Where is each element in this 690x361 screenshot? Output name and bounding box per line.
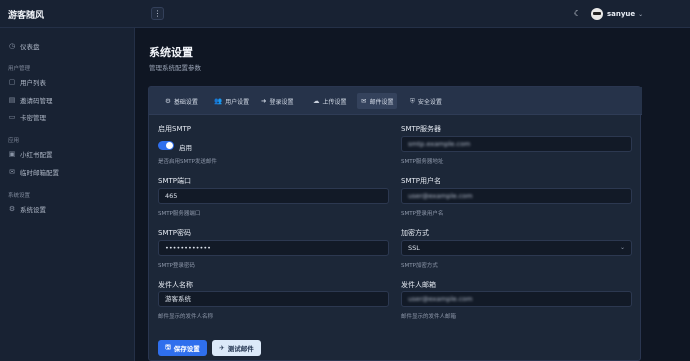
avatar xyxy=(591,8,603,20)
encryption-select[interactable]: SSL ⌄ xyxy=(401,240,632,256)
tab-basic-settings[interactable]: ⚙ 基础设置 xyxy=(161,93,202,109)
test-mail-label: 测试邮件 xyxy=(227,345,254,353)
smtp-server-value: smtp.example.com xyxy=(408,140,471,148)
save-settings-button[interactable]: 🖫 保存设置 xyxy=(158,340,207,356)
tab-label: 登录设置 xyxy=(269,98,294,106)
sidebar-item-label: 小红书配置 xyxy=(20,151,53,159)
smtp-user-help: SMTP登录用户名 xyxy=(401,211,444,217)
send-icon: ✈ xyxy=(219,344,225,352)
encryption-help: SMTP加密方式 xyxy=(401,263,438,269)
enable-smtp-help: 是否启用SMTP发送邮件 xyxy=(158,159,217,165)
enable-smtp-toggle[interactable] xyxy=(158,141,174,150)
sidebar-group-title: 应用 xyxy=(8,138,20,144)
sender-email-help: 邮件显示的发件人邮箱 xyxy=(401,314,457,320)
more-vertical-icon: ⋮ xyxy=(153,9,162,18)
sidebar-group-title: 系统设置 xyxy=(8,193,31,199)
save-icon: 🖫 xyxy=(165,342,171,351)
sidebar-item-xiaohongshu-config[interactable]: ▣ 小红书配置 xyxy=(8,148,53,160)
login-icon: ➜ xyxy=(261,97,267,105)
tab-upload-settings[interactable]: ☁ 上传设置 xyxy=(309,93,351,109)
sidebar-item-temp-mail-config[interactable]: ✉ 临时邮箱配置 xyxy=(8,166,59,178)
sidebar-item-label: 邀请码管理 xyxy=(20,97,53,105)
settings-card: ⚙ 基础设置 👥 用户设置 ➜ 登录设置 ☁ 上传设置 ✉ 邮件设置 ⛨ 安全设… xyxy=(148,86,642,361)
card-icon: ▭ xyxy=(8,113,16,121)
enable-smtp-label: 启用SMTP xyxy=(158,125,191,133)
page-subtitle: 管理系统配置参数 xyxy=(149,64,201,72)
smtp-user-input[interactable]: user@example.com xyxy=(401,188,632,204)
smtp-server-help: SMTP服务器地址 xyxy=(401,159,444,165)
chevron-down-icon: ⌄ xyxy=(619,244,625,251)
tab-login-settings[interactable]: ➜ 登录设置 xyxy=(257,93,297,109)
smtp-port-label: SMTP端口 xyxy=(158,177,191,185)
top-bar: 游客随风 ⋮ ☾ sanyue ⌄ xyxy=(0,0,690,28)
sidebar-item-label: 用户列表 xyxy=(20,79,46,87)
sidebar-group-title: 用户管理 xyxy=(8,66,31,72)
smtp-port-input[interactable]: 465 xyxy=(158,188,389,204)
sidebar-item-label: 仪表盘 xyxy=(20,43,40,51)
tab-label: 安全设置 xyxy=(417,98,442,106)
save-settings-label: 保存设置 xyxy=(173,345,200,353)
chevron-down-icon: ⌄ xyxy=(638,10,644,18)
book-icon: ▣ xyxy=(8,150,16,158)
more-menu-button[interactable]: ⋮ xyxy=(151,7,164,20)
app-brand[interactable]: 游客随风 xyxy=(8,8,44,21)
smtp-port-help: SMTP服务器端口 xyxy=(158,211,201,217)
mail-icon: ✉ xyxy=(361,97,367,105)
sender-email-label: 发件人邮箱 xyxy=(401,281,436,289)
smtp-password-label: SMTP密码 xyxy=(158,229,191,237)
test-mail-button[interactable]: ✈ 测试邮件 xyxy=(212,340,261,356)
moon-icon: ☾ xyxy=(573,9,582,18)
dashboard-icon: ◷ xyxy=(8,42,16,50)
tab-label: 基础设置 xyxy=(173,98,198,106)
shield-icon: ⛨ xyxy=(410,96,415,105)
users-icon: 👥 xyxy=(214,97,223,105)
settings-tabs: ⚙ 基础设置 👥 用户设置 ➜ 登录设置 ☁ 上传设置 ✉ 邮件设置 ⛨ 安全设… xyxy=(149,87,642,115)
tab-security-settings[interactable]: ⛨ 安全设置 xyxy=(406,93,446,109)
mail-icon: ✉ xyxy=(9,168,15,176)
tab-mail-settings[interactable]: ✉ 邮件设置 xyxy=(357,93,398,109)
tab-label: 上传设置 xyxy=(322,98,347,106)
tab-label: 邮件设置 xyxy=(369,98,394,106)
username: sanyue xyxy=(607,10,636,18)
user-menu[interactable]: sanyue ⌄ xyxy=(591,7,643,21)
smtp-server-label: SMTP服务器 xyxy=(401,125,441,133)
tab-label: 用户设置 xyxy=(225,98,250,106)
sender-email-input[interactable]: user@example.com xyxy=(401,291,632,307)
sidebar-item-label: 临时邮箱配置 xyxy=(20,169,59,177)
sender-name-label: 发件人名称 xyxy=(158,281,193,289)
sidebar-item-user-list[interactable]: ▢ 用户列表 xyxy=(8,76,46,88)
cloud-upload-icon: ☁ xyxy=(313,97,320,105)
encryption-label: 加密方式 xyxy=(401,229,429,237)
encryption-value: SSL xyxy=(408,244,420,252)
sidebar-item-label: 系统设置 xyxy=(20,206,46,214)
sender-name-help: 邮件显示的发件人名称 xyxy=(158,314,214,320)
smtp-password-input[interactable]: •••••••••••• xyxy=(158,240,389,256)
enable-smtp-toggle-label: 启用 xyxy=(179,144,192,152)
smtp-password-help: SMTP登录密码 xyxy=(158,263,195,269)
smtp-user-label: SMTP用户名 xyxy=(401,177,441,185)
sender-email-value: user@example.com xyxy=(408,295,473,303)
ticket-icon: ▤ xyxy=(8,96,16,104)
sidebar-item-label: 卡密管理 xyxy=(20,114,46,122)
sidebar-item-card-keys[interactable]: ▭ 卡密管理 xyxy=(8,111,46,123)
gear-icon: ⚙ xyxy=(8,205,16,213)
sender-name-input[interactable]: 游客系统 xyxy=(158,291,389,307)
sidebar: ◷ 仪表盘 用户管理 ▢ 用户列表 ▤ 邀请码管理 ▭ 卡密管理 应用 ▣ 小红… xyxy=(0,28,135,361)
sidebar-item-system-settings[interactable]: ⚙ 系统设置 xyxy=(8,203,46,215)
smtp-user-value: user@example.com xyxy=(408,192,473,200)
user-icon: ▢ xyxy=(8,78,16,86)
gear-icon: ⚙ xyxy=(165,97,171,105)
smtp-server-input[interactable]: smtp.example.com xyxy=(401,136,632,152)
tab-user-settings[interactable]: 👥 用户设置 xyxy=(210,93,253,109)
sidebar-item-dashboard[interactable]: ◷ 仪表盘 xyxy=(8,40,40,52)
theme-toggle-button[interactable]: ☾ xyxy=(572,8,583,19)
sidebar-item-invite-codes[interactable]: ▤ 邀请码管理 xyxy=(8,94,53,106)
page-title: 系统设置 xyxy=(149,46,193,59)
